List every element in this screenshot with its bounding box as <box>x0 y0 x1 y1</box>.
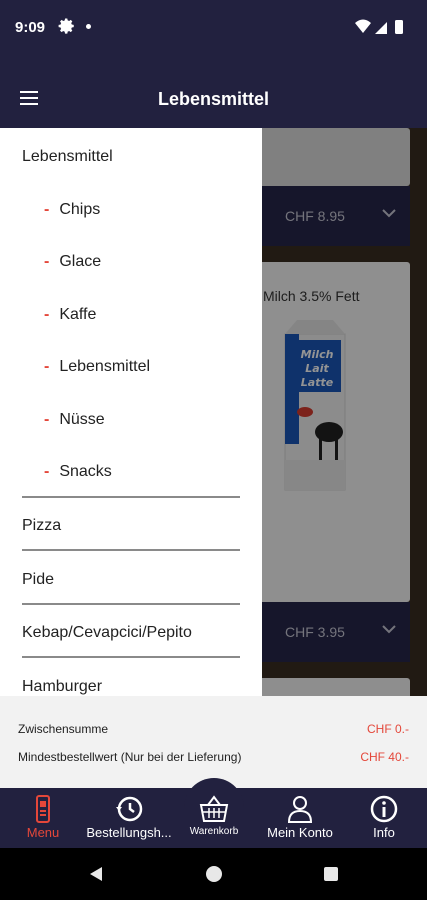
drawer-subitem-lebensmittel[interactable]: - Lebensmittel <box>44 358 150 376</box>
drawer-subitem-snacks[interactable]: - Snacks <box>44 463 112 481</box>
nav-info[interactable]: Info <box>352 788 416 848</box>
page-title: Lebensmittel <box>157 89 270 109</box>
subtotal-value: CHF 0.- <box>367 722 409 736</box>
notification-dot-icon <box>86 24 91 29</box>
home-circle-icon[interactable] <box>206 866 222 882</box>
basket-icon <box>199 795 229 822</box>
drawer-item-hamburger[interactable]: Hamburger <box>22 678 102 696</box>
drawer-subitem-label: Chips <box>59 201 101 218</box>
nav-label: Mein Konto <box>267 825 333 840</box>
signal-icon <box>375 22 387 34</box>
system-navigation-bar <box>0 848 427 900</box>
recents-square-icon[interactable] <box>324 867 338 881</box>
nav-label: Info <box>373 825 395 840</box>
bottom-navigation: Menu Bestellungsh... Warenkorb Mein Kont… <box>0 778 427 848</box>
history-icon <box>116 796 143 822</box>
back-triangle-icon[interactable] <box>88 866 104 882</box>
nav-label: Bestellungsh... <box>86 825 172 840</box>
minimum-order-value: CHF 40.- <box>360 750 409 764</box>
order-summary: Zwischensumme CHF 0.- Mindestbestellwert… <box>0 696 427 788</box>
battery-icon <box>395 20 403 34</box>
drawer-subitem-chips[interactable]: - Chips <box>44 201 100 219</box>
drawer-subitem-label: Kaffe <box>59 306 97 323</box>
settings-gear-icon <box>58 18 74 34</box>
divider <box>22 603 240 605</box>
divider <box>22 549 240 551</box>
drawer-subitem-kaffe[interactable]: - Kaffe <box>44 306 96 324</box>
info-icon <box>370 795 398 823</box>
nav-cart[interactable]: Warenkorb <box>180 788 248 848</box>
drawer-subitem-label: Nüsse <box>59 411 105 428</box>
bullet-dash: - <box>44 253 50 270</box>
nav-order-history[interactable]: Bestellungsh... <box>84 788 174 848</box>
nav-label: Warenkorb <box>189 826 239 837</box>
person-icon <box>287 796 313 823</box>
app-bar: Lebensmittel <box>0 56 427 128</box>
navigation-drawer: Lebensmittel - Chips - Glace - Kaffe - Leben… <box>0 128 262 696</box>
bullet-dash: - <box>44 306 50 323</box>
drawer-item-lebensmittel[interactable]: Lebensmittel <box>22 148 113 166</box>
status-icons <box>355 19 403 34</box>
bullet-dash: - <box>44 411 50 428</box>
drawer-item-pide[interactable]: Pide <box>22 571 54 589</box>
drawer-subitem-label: Snacks <box>59 463 112 480</box>
nav-label: Menu <box>26 825 60 840</box>
status-time: 9:09 <box>15 19 46 36</box>
nav-menu[interactable]: Menu <box>8 788 78 848</box>
drawer-subitem-nuesse[interactable]: - Nüsse <box>44 411 105 429</box>
divider <box>22 496 240 498</box>
minimum-order-label: Mindestbestellwert (Nur bei der Lieferun… <box>18 750 242 764</box>
bullet-dash: - <box>44 463 50 480</box>
status-bar: 9:09 <box>0 0 427 56</box>
subtotal-label: Zwischensumme <box>18 722 109 736</box>
nav-account[interactable]: Mein Konto <box>260 788 340 848</box>
drawer-item-pizza[interactable]: Pizza <box>22 517 61 535</box>
drawer-item-kebap[interactable]: Kebap/Cevapcici/Pepito <box>22 624 192 642</box>
drawer-subitem-glace[interactable]: - Glace <box>44 253 101 271</box>
bullet-dash: - <box>44 201 50 218</box>
bullet-dash: - <box>44 358 50 375</box>
divider <box>22 656 240 658</box>
drawer-subitem-label: Lebensmittel <box>59 358 151 375</box>
drawer-subitem-label: Glace <box>59 253 102 270</box>
menu-card-icon <box>36 795 50 823</box>
wifi-icon <box>355 19 371 33</box>
